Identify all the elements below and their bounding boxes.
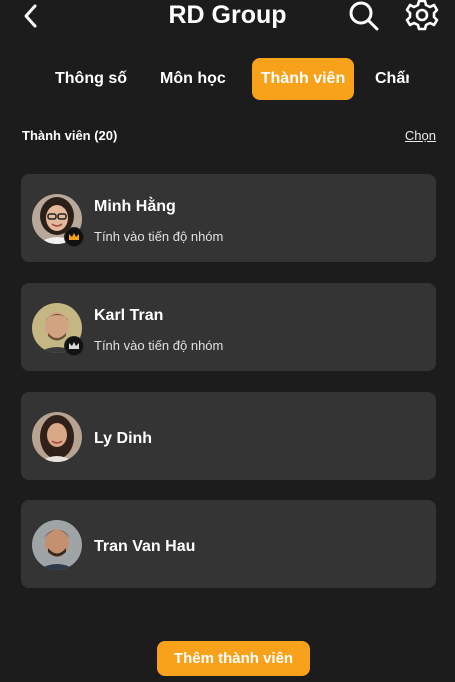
member-card[interactable]: Ly Dinh xyxy=(21,392,436,480)
page-title: RD Group xyxy=(168,1,287,29)
crown-badge xyxy=(64,336,84,356)
tab-cham[interactable]: Chấm xyxy=(375,58,409,100)
tab-thong-so[interactable]: Thông số xyxy=(55,58,127,100)
member-name: Tran Van Hau xyxy=(94,538,196,555)
member-name: Ly Dinh xyxy=(94,430,153,447)
search-icon xyxy=(349,1,379,31)
tab-thanh-vien[interactable]: Thành viên xyxy=(252,58,354,100)
app-header: RD Group xyxy=(0,0,455,32)
gear-icon xyxy=(405,0,439,31)
settings-button[interactable] xyxy=(404,0,440,32)
tab-bar: Thông số Môn học Thành viên Chấm xyxy=(0,58,409,102)
avatar xyxy=(32,520,82,570)
member-subtitle: Tính vào tiến độ nhóm xyxy=(94,338,224,353)
crown-icon xyxy=(69,342,79,349)
members-count-label: Thành viên (20) xyxy=(22,128,118,143)
select-link[interactable]: Chọn xyxy=(405,128,436,143)
crown-badge xyxy=(64,227,84,247)
tab-mon-hoc[interactable]: Môn học xyxy=(160,58,226,100)
member-name: Karl Tran xyxy=(94,307,164,324)
member-card[interactable]: Karl Tran Tính vào tiến độ nhóm xyxy=(21,283,436,371)
add-member-button[interactable]: Thêm thành viên xyxy=(157,641,310,676)
member-subtitle: Tính vào tiến độ nhóm xyxy=(94,229,224,244)
member-name: Minh Hằng xyxy=(94,198,176,215)
crown-icon xyxy=(69,233,79,240)
member-card[interactable]: Minh Hằng Tính vào tiến độ nhóm xyxy=(21,174,436,262)
search-button[interactable] xyxy=(346,0,380,32)
avatar xyxy=(32,412,82,462)
member-card[interactable]: Tran Van Hau xyxy=(21,500,436,588)
